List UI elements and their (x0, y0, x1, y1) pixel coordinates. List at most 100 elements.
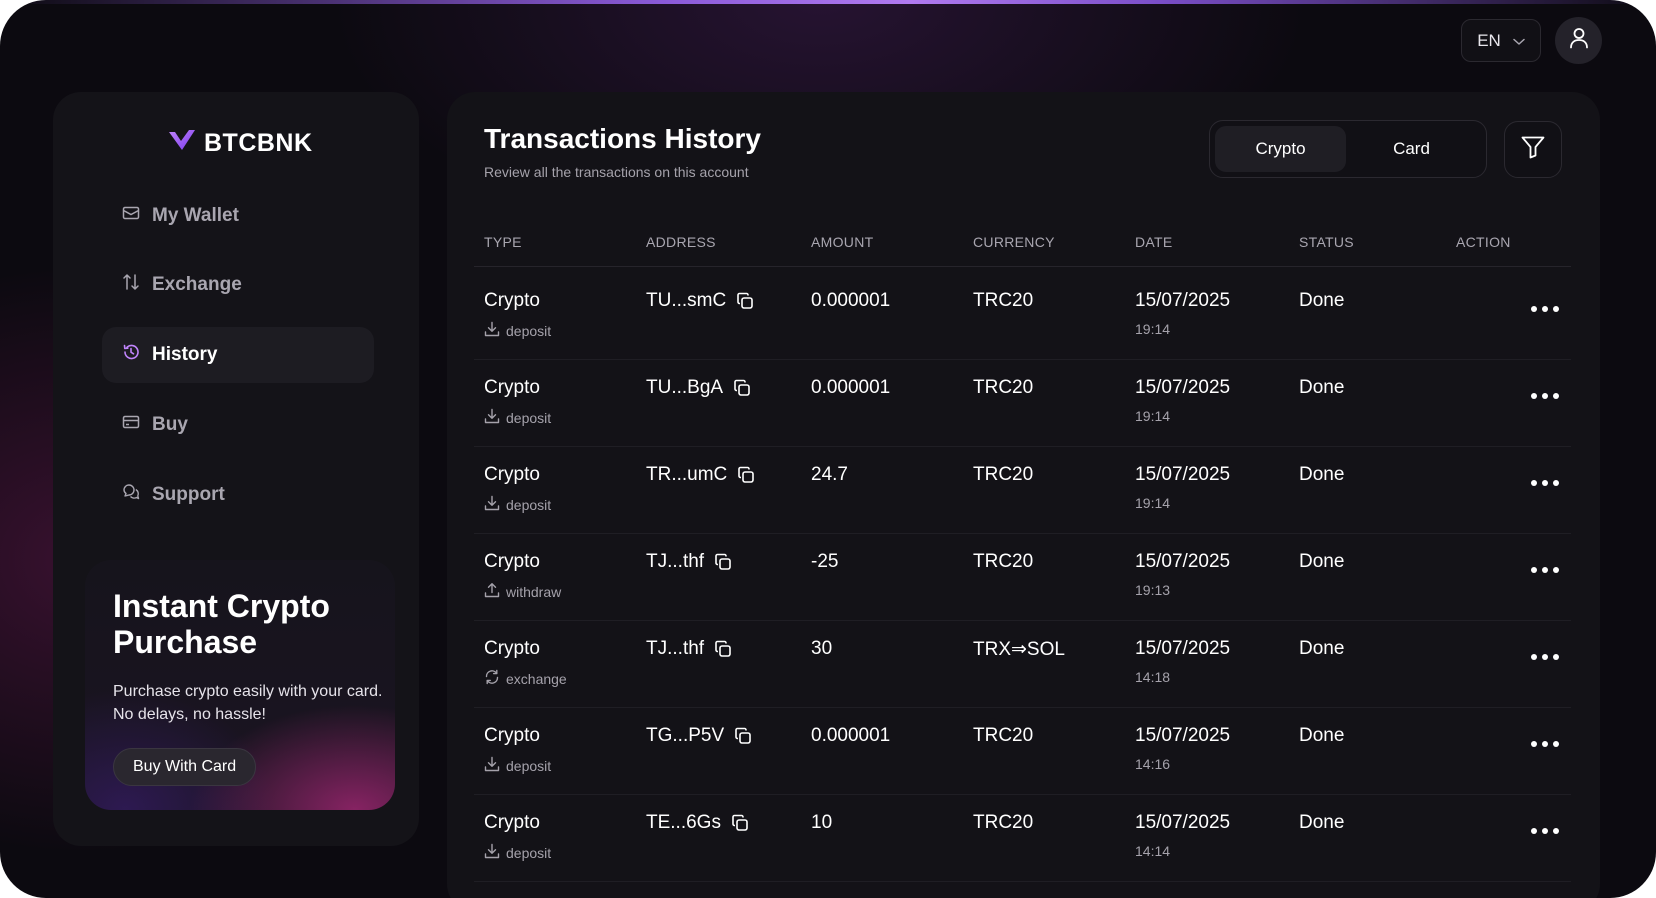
wallet-icon (122, 204, 140, 228)
more-actions-button[interactable] (1527, 381, 1563, 411)
cell-amount: 24.7 (811, 464, 848, 485)
cell-date: 15/07/2025 (1135, 464, 1231, 485)
copy-icon[interactable] (731, 814, 749, 832)
kind-label: withdraw (506, 583, 562, 600)
more-dots-icon (1530, 735, 1560, 753)
kind-label: deposit (506, 409, 552, 426)
copy-icon[interactable] (714, 553, 732, 571)
more-dots-icon (1530, 387, 1560, 405)
deposit-icon (484, 321, 500, 340)
filter-button[interactable] (1504, 121, 1562, 178)
buy-with-card-button[interactable]: Buy With Card (113, 748, 257, 786)
copy-icon[interactable] (733, 379, 751, 397)
copy-icon[interactable] (734, 727, 752, 745)
cell-status: Done (1299, 725, 1345, 746)
tab-card[interactable]: Card (1346, 126, 1477, 172)
cell-currency: TRC20 (973, 464, 1034, 485)
user-profile-button[interactable] (1555, 17, 1602, 64)
cell-date: 15/07/2025 (1135, 725, 1231, 746)
column-header-amount: AMOUNT (811, 234, 874, 250)
column-header-type: TYPE (484, 234, 522, 250)
sidebar-item-support[interactable]: Support (102, 467, 374, 523)
cell-currency: TRC20 (973, 725, 1034, 746)
cell-type: Crypto (484, 290, 540, 311)
withdraw-icon (484, 582, 500, 601)
promo-card: Instant Crypto Purchase Purchase crypto … (85, 560, 395, 810)
more-actions-button[interactable] (1527, 294, 1563, 324)
sidebar-item-label: Support (152, 484, 225, 505)
cell-kind: deposit (484, 321, 551, 340)
deposit-icon (484, 408, 500, 427)
cell-status: Done (1299, 638, 1345, 659)
cell-time: 19:14 (1135, 321, 1171, 337)
more-actions-button[interactable] (1527, 816, 1563, 846)
table-row: Crypto withdraw TJ...thf -25 TRC20 15/07/2025… (474, 529, 1571, 621)
table-row: Crypto deposit TE...6Gs 10 TRC20 15/07/2025 14… (474, 790, 1571, 882)
cell-address: TG...P5V (646, 725, 752, 747)
more-actions-button[interactable] (1527, 468, 1563, 498)
deposit-icon (484, 756, 500, 775)
kind-label: deposit (506, 757, 552, 774)
sidebar: BTCBNK My Wallet Exchange History Buy Su… (53, 92, 419, 846)
history-icon (122, 343, 140, 367)
brand-logo[interactable]: BTCBNK (168, 129, 313, 158)
deposit-icon (484, 495, 500, 514)
cell-time: 14:14 (1135, 843, 1171, 859)
language-label: EN (1477, 30, 1501, 50)
cell-status: Done (1299, 377, 1345, 398)
cell-kind: deposit (484, 843, 551, 862)
table-row: Crypto deposit TR...umC 24.7 TRC20 15/07/2025… (474, 442, 1571, 534)
more-actions-button[interactable] (1527, 642, 1563, 672)
cell-type: Crypto (484, 551, 540, 572)
sidebar-item-my-wallet[interactable]: My Wallet (102, 188, 374, 244)
sidebar-item-exchange[interactable]: Exchange (102, 257, 374, 313)
sidebar-item-label: Buy (152, 414, 188, 435)
cell-address: TJ...thf (646, 551, 732, 573)
cell-currency: TRC20 (973, 812, 1034, 833)
cell-date: 15/07/2025 (1135, 377, 1231, 398)
cell-amount: 10 (811, 812, 833, 833)
tab-crypto[interactable]: Crypto (1215, 126, 1346, 172)
table-row: Crypto deposit TU...BgA 0.000001 TRC20 15/07/… (474, 355, 1571, 447)
column-header-address: ADDRESS (646, 234, 716, 250)
page-title: Transactions History (484, 123, 761, 154)
table-row: Crypto exchange TJ...thf 30 TRX⇒SOL 15/07/202… (474, 616, 1571, 708)
cell-date: 15/07/2025 (1135, 638, 1231, 659)
more-dots-icon (1530, 300, 1560, 318)
type-toggle: Crypto Card (1209, 120, 1487, 178)
cell-amount: 0.000001 (811, 290, 891, 311)
more-actions-button[interactable] (1527, 729, 1563, 759)
address-text: TU...BgA (646, 377, 724, 398)
brand-mark-icon (168, 129, 196, 158)
more-actions-button[interactable] (1527, 555, 1563, 585)
cell-address: TU...smC (646, 290, 754, 312)
cell-address: TE...6Gs (646, 812, 749, 834)
address-text: TU...smC (646, 290, 727, 311)
cell-type: Crypto (484, 464, 540, 485)
cell-currency: TRC20 (973, 551, 1034, 572)
cell-status: Done (1299, 464, 1345, 485)
address-text: TG...P5V (646, 725, 725, 746)
cell-type: Crypto (484, 812, 540, 833)
sidebar-item-history[interactable]: History (102, 327, 374, 383)
cell-currency: TRC20 (973, 377, 1034, 398)
sidebar-item-buy[interactable]: Buy (102, 397, 374, 453)
kind-label: deposit (506, 322, 552, 339)
cell-time: 14:18 (1135, 669, 1171, 685)
cell-amount: -25 (811, 551, 839, 572)
language-selector[interactable]: EN (1461, 19, 1541, 62)
top-accent-line (0, 0, 1656, 4)
table-row: Crypto deposit TG...P5V 0.000001 TRC20 15/07/… (474, 703, 1571, 795)
deposit-icon (484, 843, 500, 862)
cell-date: 15/07/2025 (1135, 551, 1231, 572)
copy-icon[interactable] (714, 640, 732, 658)
cell-status: Done (1299, 551, 1345, 572)
cell-address: TR...umC (646, 464, 755, 486)
cell-amount: 0.000001 (811, 377, 891, 398)
copy-icon[interactable] (737, 466, 755, 484)
column-header-action: ACTION (1456, 234, 1511, 250)
cell-kind: deposit (484, 756, 551, 775)
address-text: TE...6Gs (646, 812, 721, 833)
filter-icon (1520, 134, 1546, 165)
copy-icon[interactable] (736, 292, 754, 310)
